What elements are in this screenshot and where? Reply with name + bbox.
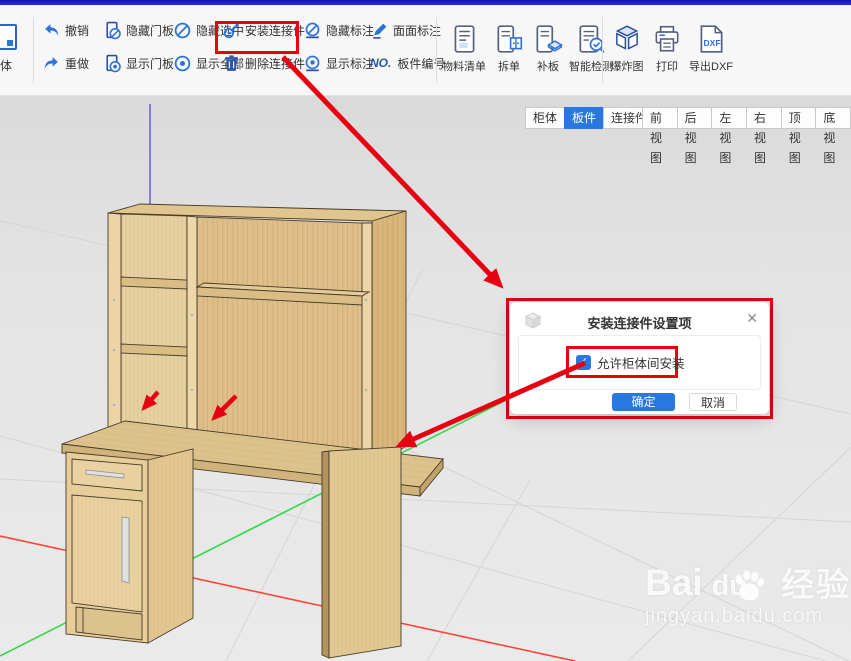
window-top-accent bbox=[0, 0, 851, 5]
dialog-title: 安装连接件设置项 bbox=[510, 313, 769, 332]
toolbar-delete-connector-button[interactable]: 删除连接件 bbox=[222, 52, 305, 74]
trash-icon bbox=[222, 54, 241, 73]
toolbar-hide-door-button[interactable]: 隐藏门板 bbox=[103, 19, 174, 41]
show-door-icon bbox=[103, 54, 122, 73]
show-all-icon bbox=[173, 54, 192, 73]
checkbox-highlight-box: ✓ 允许柜体间安装 bbox=[566, 346, 678, 378]
hide-door-icon bbox=[103, 21, 122, 40]
checkbox-label: 允许柜体间安装 bbox=[597, 353, 685, 372]
toolbar-panel-number-button[interactable]: NO. 板件编号 bbox=[370, 52, 445, 74]
tab-left-view[interactable]: 左视图 bbox=[711, 107, 747, 129]
material-list-icon bbox=[448, 23, 480, 55]
toolbar-redo-button[interactable]: 重做 bbox=[42, 52, 89, 74]
toolbar-supplement-board-button[interactable]: 补板 bbox=[530, 23, 566, 74]
tab-top-view[interactable]: 顶视图 bbox=[781, 107, 817, 129]
tab-cabinet[interactable]: 柜体 bbox=[525, 107, 565, 129]
toolbar-export-dxf-button[interactable]: DXF 导出DXF bbox=[686, 23, 736, 74]
tab-back-view[interactable]: 后视图 bbox=[677, 107, 713, 129]
toolbar-show-annotation-button[interactable]: 显示标注 bbox=[303, 52, 374, 74]
allow-inter-cabinet-checkbox[interactable]: ✓ bbox=[576, 355, 591, 370]
no-prefix-icon: NO. bbox=[370, 56, 391, 70]
tab-bottom-view[interactable]: 底视图 bbox=[815, 107, 851, 129]
tab-front-view[interactable]: 前视图 bbox=[642, 107, 678, 129]
main-toolbar: 体 撤销 重做 隐藏门板 显示门板 隐藏选中 bbox=[0, 5, 851, 96]
supplement-board-icon bbox=[532, 23, 564, 55]
tab-right-view[interactable]: 右视图 bbox=[746, 107, 782, 129]
toolbar-undo-button[interactable]: 撤销 bbox=[42, 19, 89, 41]
exploded-view-icon bbox=[611, 23, 643, 55]
cabinet-partial-icon[interactable] bbox=[0, 24, 17, 50]
pencil-icon bbox=[370, 21, 389, 40]
printer-icon bbox=[651, 23, 683, 55]
toolbar-split-order-button[interactable]: 拆单 bbox=[491, 23, 527, 74]
toolbar-material-list-button[interactable]: 物料清单 bbox=[440, 23, 488, 74]
toolbar-exploded-view-button[interactable]: 爆炸图 bbox=[606, 23, 648, 74]
redo-arrow-icon bbox=[42, 54, 61, 73]
dialog-ok-button[interactable]: 确定 bbox=[612, 393, 675, 411]
undo-arrow-icon bbox=[42, 21, 61, 40]
view-direction-tabs: 前视图 后视图 左视图 右视图 顶视图 底视图 bbox=[643, 107, 851, 129]
toolbar-separator bbox=[602, 17, 603, 83]
split-order-icon bbox=[493, 23, 525, 55]
connector-icon bbox=[222, 21, 241, 40]
hide-annotation-icon bbox=[303, 21, 322, 40]
tab-panel[interactable]: 板件 bbox=[564, 107, 604, 129]
model-filter-tabs: 柜体 板件 连接件 bbox=[526, 107, 655, 129]
toolbar-separator bbox=[33, 17, 34, 83]
show-annotation-icon bbox=[303, 54, 322, 73]
toolbar-install-connector-button[interactable]: 安装连接件 bbox=[222, 19, 305, 41]
svg-text:DXF: DXF bbox=[704, 38, 721, 48]
toolbar-face-annotation-button[interactable]: 面面标注 bbox=[370, 19, 441, 41]
dialog-close-icon[interactable]: ✕ bbox=[746, 310, 758, 327]
dialog-cancel-button[interactable]: 取消 bbox=[689, 393, 737, 411]
toolbar-print-button[interactable]: 打印 bbox=[650, 23, 684, 74]
toolbar-separator bbox=[436, 17, 437, 83]
toolbar-hide-annotation-button[interactable]: 隐藏标注 bbox=[303, 19, 374, 41]
install-connector-settings-dialog: 安装连接件设置项 ✕ ✓ 允许柜体间安装 确定 取消 bbox=[510, 302, 769, 414]
export-dxf-icon: DXF bbox=[695, 23, 727, 55]
hide-selected-icon bbox=[173, 21, 192, 40]
cabinet-partial-label: 体 bbox=[0, 57, 12, 74]
toolbar-show-door-button[interactable]: 显示门板 bbox=[103, 52, 174, 74]
